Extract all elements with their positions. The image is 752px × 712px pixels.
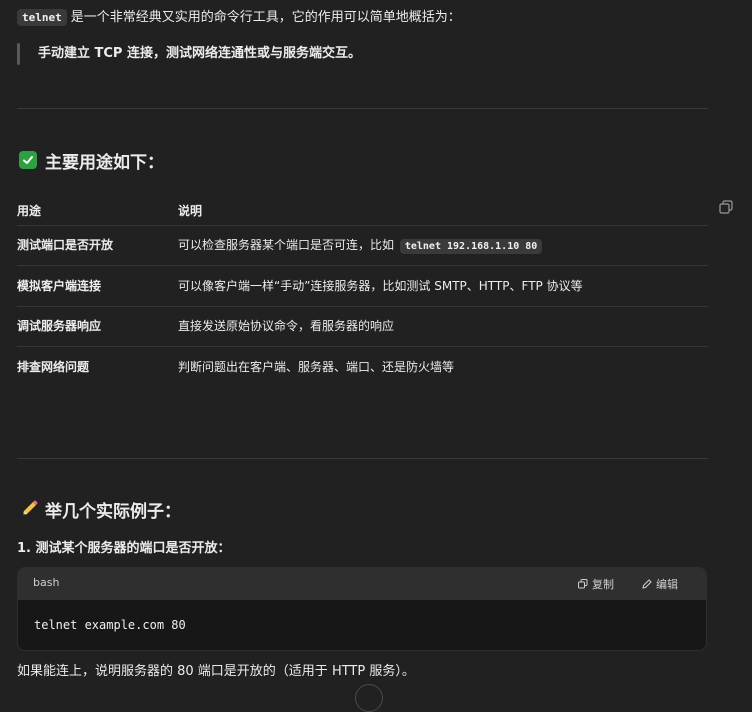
table-row-desc: 可以像客户端一样“手动”连接服务器，比如测试 SMTP、HTTP、FTP 协议等 bbox=[178, 279, 583, 293]
table-row-use: 测试端口是否开放 bbox=[17, 238, 114, 252]
table-row-divider bbox=[17, 306, 708, 307]
intro-paragraph: telnet 是一个非常经典又实用的命令行工具，它的作用可以简单地概括为： bbox=[17, 8, 461, 28]
divider bbox=[17, 108, 708, 109]
blockquote-text: 手动建立 TCP 连接，测试网络连通性或与服务端交互。 bbox=[38, 46, 361, 61]
pencil-icon bbox=[19, 499, 39, 519]
code-block-header: bash 复制 编辑 bbox=[18, 568, 706, 600]
intro-text: 是一个非常经典又实用的命令行工具，它的作用可以简单地概括为： bbox=[70, 10, 461, 25]
code-content: telnet example.com 80 bbox=[34, 618, 186, 632]
section-heading-text: 主要用途如下： bbox=[45, 152, 164, 173]
check-mark-button-icon bbox=[19, 151, 37, 169]
section-heading-text: 举几个实际例子： bbox=[45, 501, 181, 522]
inline-code-telnet: telnet bbox=[17, 9, 67, 26]
code-block: bash 复制 编辑 telnet example.com 80 bbox=[17, 567, 707, 651]
section-heading-examples: 举几个实际例子： bbox=[19, 496, 181, 522]
copy-table-icon[interactable] bbox=[719, 200, 735, 216]
section-heading-uses: 主要用途如下： bbox=[19, 147, 164, 173]
scroll-to-bottom-button[interactable] bbox=[355, 684, 383, 712]
table-row-desc: 可以检查服务器某个端口是否可连，比如 telnet 192.168.1.10 8… bbox=[178, 235, 543, 257]
table-row-use: 调试服务器响应 bbox=[17, 319, 102, 333]
code-language-label: bash bbox=[33, 576, 60, 589]
edit-code-button[interactable]: 编辑 bbox=[642, 576, 678, 592]
table-header-use: 用途 bbox=[17, 204, 42, 218]
inline-code-telnet-ip: telnet 192.168.1.10 80 bbox=[399, 239, 543, 254]
table-row-divider bbox=[17, 346, 708, 347]
table-row-use: 排查网络问题 bbox=[17, 360, 90, 374]
table-row-divider bbox=[17, 225, 708, 226]
divider bbox=[17, 458, 708, 459]
table-header-desc: 说明 bbox=[178, 204, 203, 218]
example-title: 1. 测试某个服务器的端口是否开放： bbox=[17, 541, 231, 556]
table-row-divider bbox=[17, 265, 708, 266]
edit-icon bbox=[642, 579, 652, 589]
copy-icon bbox=[578, 579, 588, 589]
copy-code-button[interactable]: 复制 bbox=[578, 576, 614, 592]
blockquote-bar bbox=[17, 43, 20, 65]
table-row-use: 模拟客户端连接 bbox=[17, 279, 102, 293]
result-paragraph: 如果能连上，说明服务器的 80 端口是开放的（适用于 HTTP 服务）。 bbox=[17, 664, 415, 679]
table-row-desc: 直接发送原始协议命令，看服务器的响应 bbox=[178, 319, 395, 333]
table-row-desc: 判断问题出在客户端、服务器、端口、还是防火墙等 bbox=[178, 360, 455, 374]
